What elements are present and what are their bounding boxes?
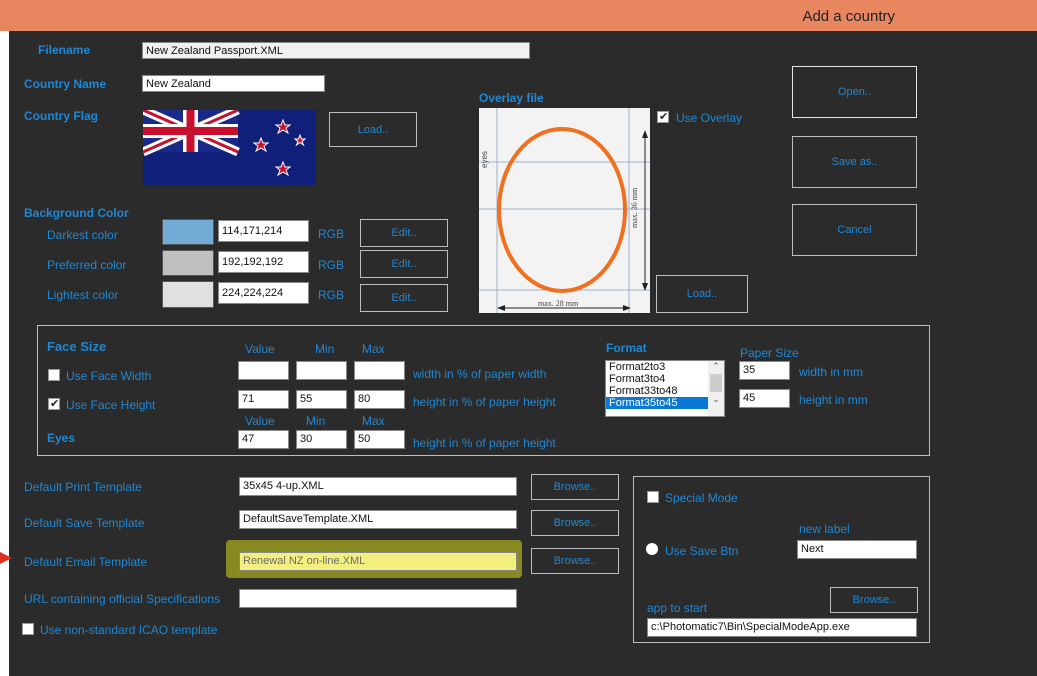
lightest-color-label: Lightest color bbox=[47, 288, 119, 302]
darkest-color-label: Darkest color bbox=[47, 228, 118, 242]
eyes-min-field[interactable]: 30 bbox=[296, 430, 347, 449]
print-template-field[interactable]: 35x45 4-up.XML bbox=[239, 477, 517, 496]
url-specs-label: URL containing official Specifications bbox=[24, 592, 221, 606]
red-arrow-icon bbox=[0, 552, 12, 564]
overlay-eyes-text: eyes bbox=[480, 151, 489, 168]
save-template-field[interactable]: DefaultSaveTemplate.XML bbox=[239, 510, 517, 529]
use-face-width-label: Use Face Width bbox=[66, 369, 152, 383]
url-specs-field[interactable] bbox=[239, 589, 517, 608]
lightest-color-swatch bbox=[162, 281, 214, 308]
paper-width-field[interactable]: 35 bbox=[739, 361, 790, 380]
preferred-rgb-field[interactable]: 192,192,192 bbox=[218, 251, 309, 273]
browse-print-button[interactable]: Browse.. bbox=[531, 474, 619, 500]
load-overlay-button[interactable]: Load.. bbox=[656, 275, 748, 313]
app-to-start-label: app to start bbox=[647, 601, 708, 615]
face-width-value-field[interactable] bbox=[238, 361, 289, 380]
overlay-max-height-text: max. 36 mm bbox=[630, 187, 639, 228]
face-height-value-field[interactable]: 71 bbox=[238, 390, 289, 409]
use-overlay-label: Use Overlay bbox=[676, 111, 743, 125]
scroll-down-icon[interactable]: ⌄ bbox=[708, 394, 724, 405]
face-height-max-field[interactable]: 80 bbox=[354, 390, 405, 409]
special-mode-label: Special Mode bbox=[665, 491, 738, 505]
email-template-field[interactable]: Renewal NZ on-line.XML bbox=[239, 552, 517, 571]
preferred-rgb-label: RGB bbox=[318, 258, 345, 272]
eyes-label: Eyes bbox=[47, 431, 76, 445]
darkest-rgb-field[interactable]: 114,171,214 bbox=[218, 220, 309, 242]
scroll-up-icon[interactable]: ⌃ bbox=[708, 361, 724, 372]
face-size-title: Face Size bbox=[47, 339, 107, 354]
app-path-field[interactable]: c:\Photomatic7\Bin\SpecialModeApp.exe bbox=[647, 618, 917, 637]
overlay-file-label: Overlay file bbox=[479, 91, 544, 105]
format-option[interactable]: Format2to3 bbox=[606, 361, 724, 373]
use-save-btn-label: Use Save Btn bbox=[665, 544, 739, 558]
lightest-rgb-field[interactable]: 224,224,224 bbox=[218, 282, 309, 304]
format-option[interactable]: Format33to48 bbox=[606, 385, 724, 397]
paper-height-field[interactable]: 45 bbox=[739, 389, 790, 408]
use-overlay-checkbox[interactable] bbox=[657, 110, 669, 123]
special-mode-checkbox[interactable] bbox=[647, 491, 659, 503]
eyes-value-field[interactable]: 47 bbox=[238, 430, 289, 449]
face-max-header: Max bbox=[362, 342, 385, 356]
country-name-label: Country Name bbox=[24, 77, 107, 91]
use-face-height-checkbox[interactable] bbox=[48, 397, 60, 410]
eyes-value-header: Value bbox=[245, 414, 275, 428]
format-label: Format bbox=[606, 341, 647, 355]
email-template-label: Default Email Template bbox=[24, 555, 148, 569]
face-width-hint: width in % of paper width bbox=[413, 367, 547, 381]
paper-width-hint: width in mm bbox=[799, 365, 864, 379]
background-color-label: Background Color bbox=[24, 206, 129, 220]
darkest-rgb-label: RGB bbox=[318, 227, 345, 241]
window-title: Add a country bbox=[802, 8, 895, 25]
edit-lightest-button[interactable]: Edit.. bbox=[360, 284, 448, 312]
eyes-min-header: Min bbox=[306, 414, 326, 428]
browse-email-button[interactable]: Browse.. bbox=[531, 548, 619, 574]
save-as-button[interactable]: Save as.. bbox=[792, 136, 917, 188]
country-name-field[interactable]: New Zealand bbox=[142, 75, 325, 92]
use-face-width-checkbox[interactable] bbox=[48, 369, 60, 381]
paper-height-hint: height in mm bbox=[799, 393, 868, 407]
use-face-height-label: Use Face Height bbox=[66, 398, 156, 412]
face-value-header: Value bbox=[245, 342, 275, 356]
face-height-min-field[interactable]: 55 bbox=[296, 390, 347, 409]
edit-preferred-button[interactable]: Edit.. bbox=[360, 250, 448, 278]
print-template-label: Default Print Template bbox=[24, 480, 142, 494]
icao-checkbox[interactable] bbox=[22, 623, 34, 635]
face-min-header: Min bbox=[315, 342, 335, 356]
preferred-color-label: Preferred color bbox=[47, 258, 127, 272]
eyes-max-header: Max bbox=[362, 414, 385, 428]
icao-label: Use non-standard ICAO template bbox=[40, 623, 218, 637]
paper-size-label: Paper Size bbox=[740, 346, 799, 360]
country-flag-label: Country Flag bbox=[24, 109, 98, 123]
eyes-hint: height in % of paper height bbox=[413, 436, 556, 450]
new-label-field[interactable]: Next bbox=[797, 540, 917, 559]
scroll-thumb[interactable] bbox=[710, 374, 722, 392]
preferred-color-swatch bbox=[162, 250, 214, 276]
new-label-title: new label bbox=[799, 522, 850, 536]
face-width-min-field[interactable] bbox=[296, 361, 347, 380]
overlay-max-width-text: max. 28 mm bbox=[538, 299, 579, 308]
format-option-selected[interactable]: Format35to45 bbox=[606, 397, 724, 409]
save-template-label: Default Save Template bbox=[24, 516, 145, 530]
overlay-preview bbox=[479, 108, 650, 313]
country-flag-image bbox=[141, 105, 316, 185]
darkest-color-swatch bbox=[162, 219, 214, 245]
filename-label: Filename bbox=[38, 43, 91, 57]
lightest-rgb-label: RGB bbox=[318, 288, 345, 302]
browse-app-button[interactable]: Browse.. bbox=[830, 587, 918, 613]
browse-save-button[interactable]: Browse.. bbox=[531, 510, 619, 536]
format-option[interactable]: Format3to4 bbox=[606, 373, 724, 385]
format-listbox[interactable]: Format2to3 Format3to4 Format33to48 Forma… bbox=[605, 360, 725, 417]
format-scrollbar[interactable]: ⌃ ⌄ bbox=[708, 361, 724, 416]
filename-field[interactable]: New Zealand Passport.XML bbox=[142, 42, 530, 59]
face-width-max-field[interactable] bbox=[354, 361, 405, 380]
use-save-btn-radio[interactable] bbox=[646, 543, 658, 555]
open-button[interactable]: Open.. bbox=[792, 66, 917, 118]
load-flag-button[interactable]: Load.. bbox=[329, 112, 417, 147]
eyes-max-field[interactable]: 50 bbox=[354, 430, 405, 449]
face-height-hint: height in % of paper height bbox=[413, 395, 556, 409]
cancel-button[interactable]: Cancel bbox=[792, 204, 917, 256]
edit-darkest-button[interactable]: Edit.. bbox=[360, 219, 448, 247]
